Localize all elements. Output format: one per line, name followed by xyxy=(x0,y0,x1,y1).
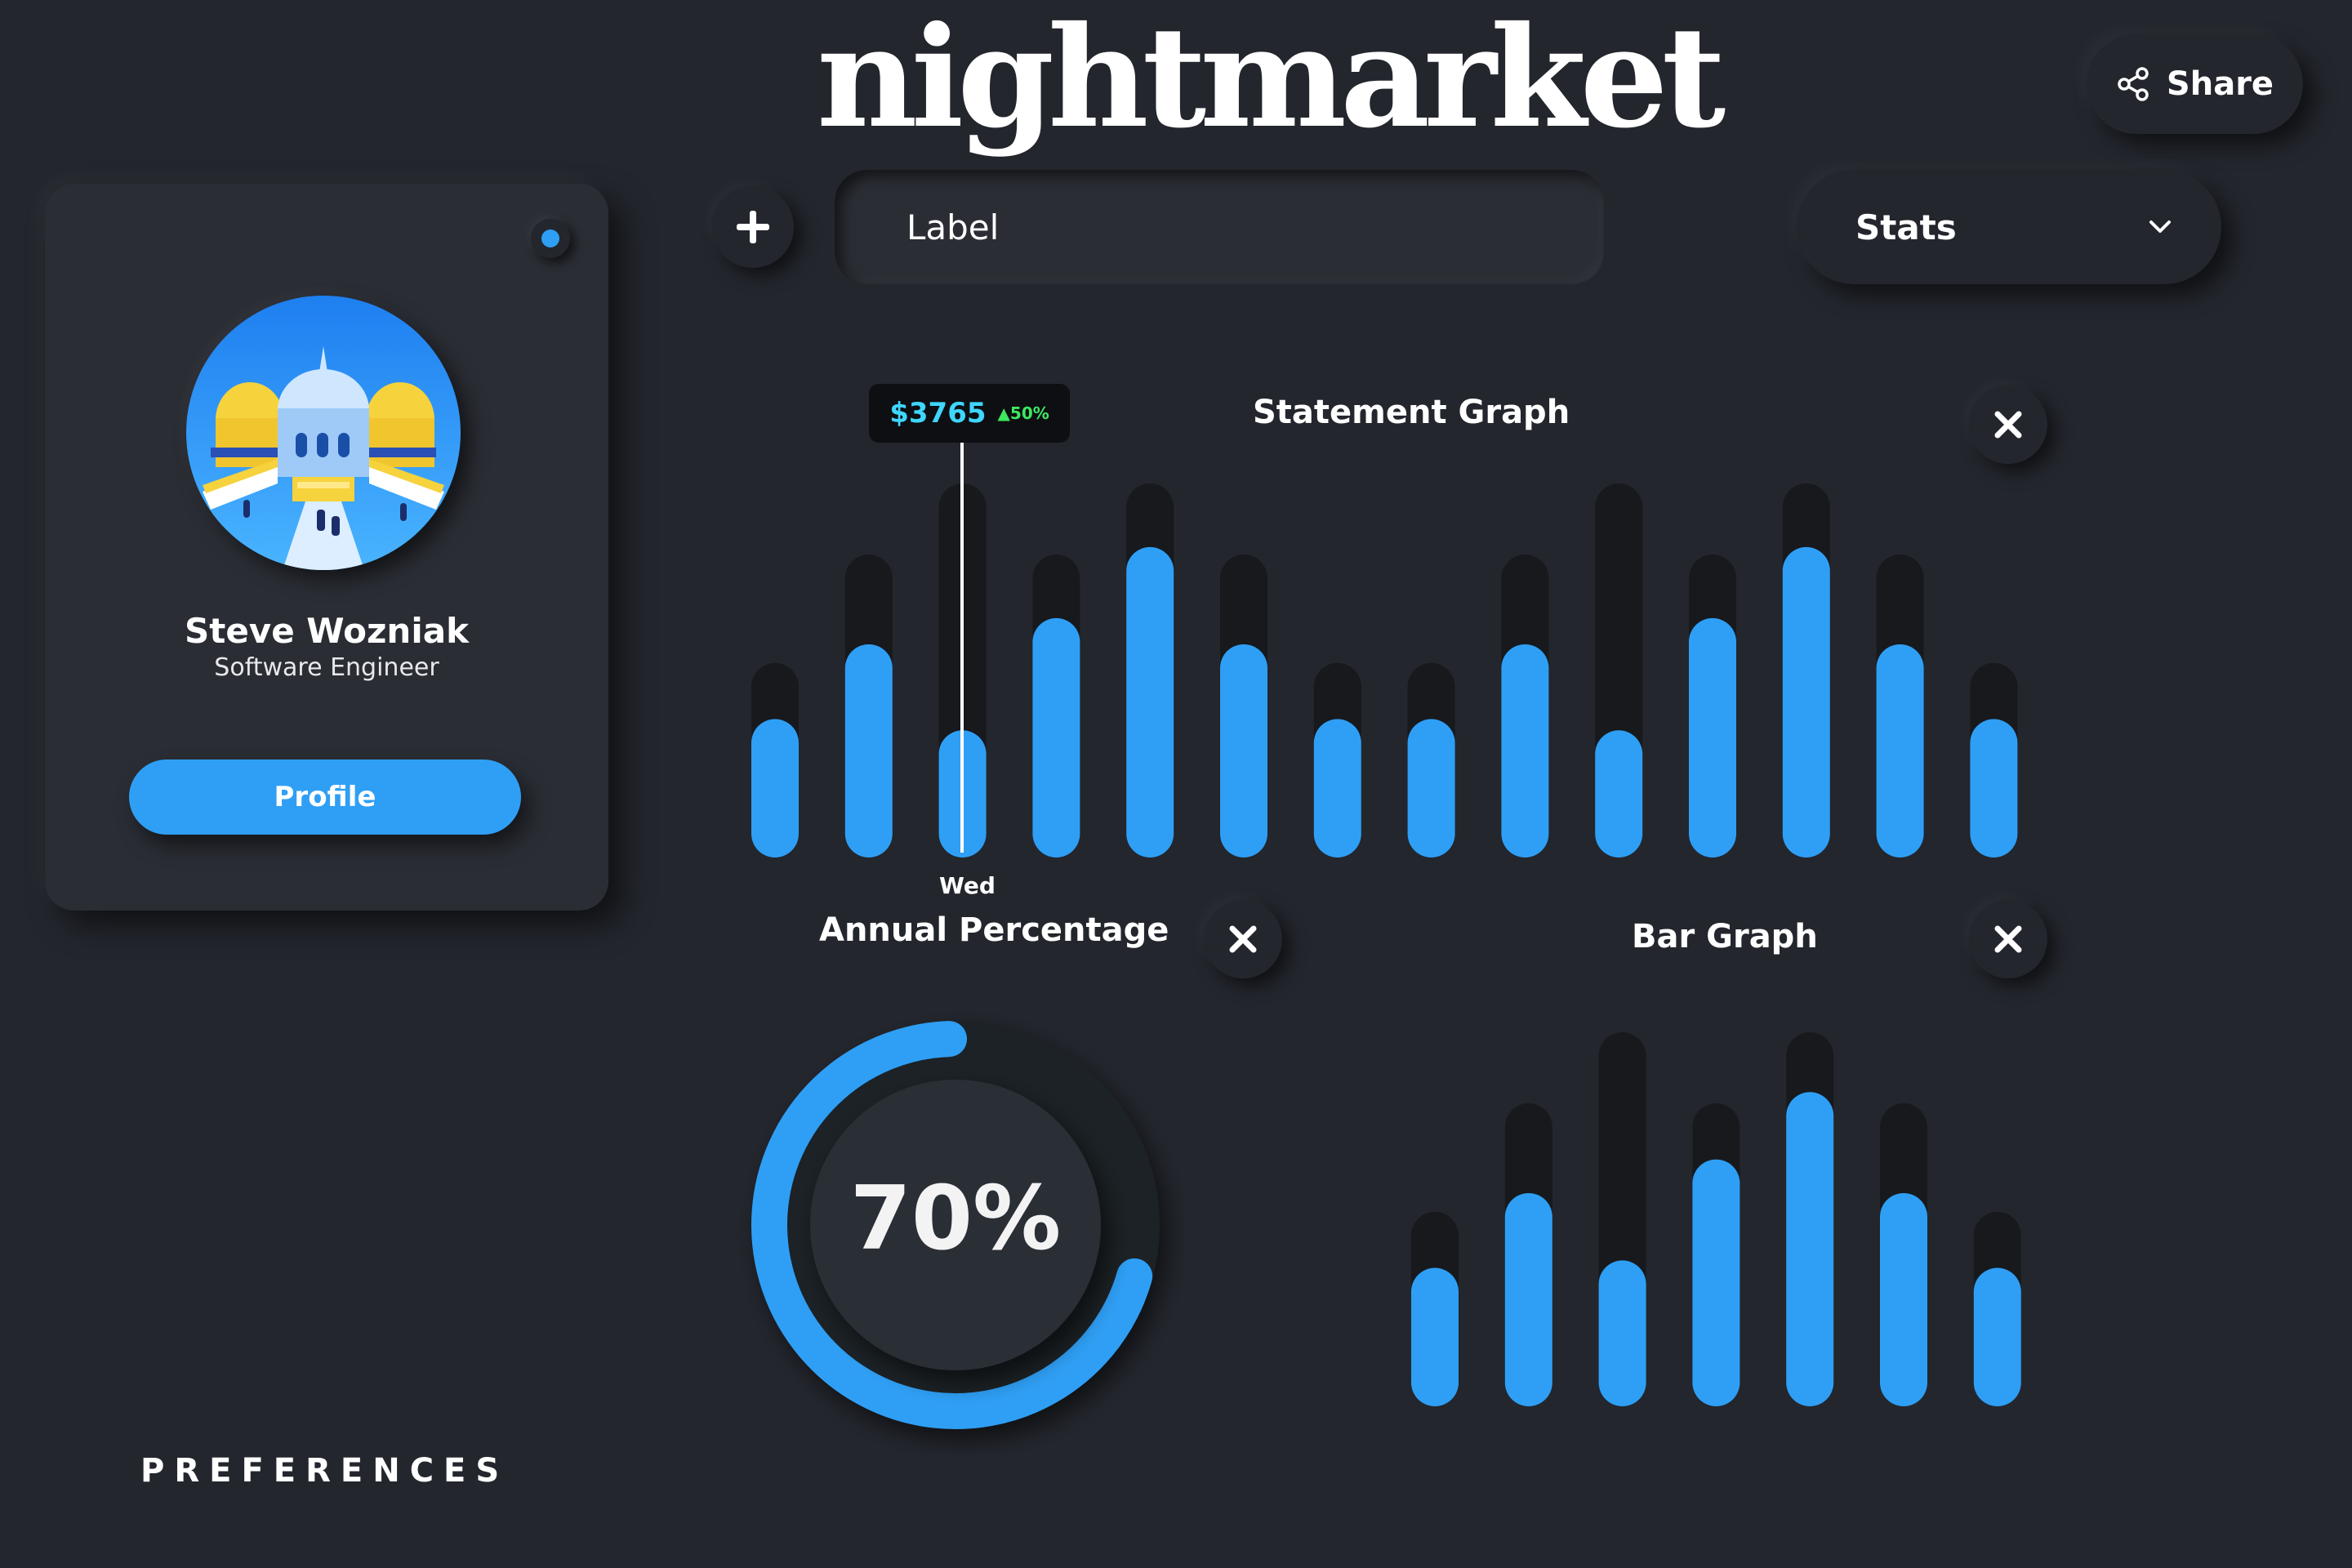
annual-percentage-title: Annual Percentage xyxy=(819,911,1169,949)
statement-graph-bar[interactable] xyxy=(1313,719,1361,858)
statement-graph-bar[interactable] xyxy=(1407,719,1455,858)
statement-graph-bar[interactable] xyxy=(1782,546,1830,858)
profile-role: Software Engineer xyxy=(214,653,439,682)
share-label: Share xyxy=(2166,65,2274,103)
app-logo: nightmarket xyxy=(817,0,1726,159)
tooltip-value: $3765 xyxy=(889,397,987,430)
add-button[interactable] xyxy=(712,186,794,268)
status-indicator[interactable] xyxy=(531,219,570,258)
stats-select[interactable]: Stats xyxy=(1797,170,2221,284)
statement-graph-bar[interactable] xyxy=(1970,719,2018,858)
statement-graph-bar[interactable] xyxy=(1220,644,1267,858)
donut-value: 70% xyxy=(849,1168,1062,1270)
statement-graph-bar[interactable] xyxy=(1595,730,1643,858)
statement-graph-bar[interactable] xyxy=(844,644,893,858)
chevron-down-icon xyxy=(2149,220,2171,233)
close-bar-graph-button[interactable] xyxy=(1969,900,2047,978)
bar-graph-bar[interactable] xyxy=(1598,1260,1646,1406)
share-button[interactable]: Share xyxy=(2087,34,2303,134)
bar-graph-bar[interactable] xyxy=(1504,1192,1552,1406)
statement-graph xyxy=(751,483,2018,858)
statement-graph-bar[interactable] xyxy=(1126,546,1174,858)
bar-graph-title: Bar Graph xyxy=(1632,918,1818,956)
close-annual-button[interactable] xyxy=(1204,900,1282,978)
profile-name: Steve Wozniak xyxy=(185,611,469,651)
selected-day-label: Wed xyxy=(939,872,996,899)
statement-graph-bar[interactable] xyxy=(1501,644,1549,858)
bar-graph-bar[interactable] xyxy=(1880,1192,1927,1406)
tooltip-indicator-line xyxy=(960,443,964,853)
share-icon xyxy=(2118,67,2149,101)
statement-graph-bar[interactable] xyxy=(751,719,799,858)
statement-graph-bar[interactable] xyxy=(1032,617,1080,858)
profile-button[interactable]: Profile xyxy=(129,760,521,835)
statement-tooltip: $3765 ▲50% xyxy=(869,384,1070,443)
status-dot-icon xyxy=(541,229,559,247)
tooltip-change: ▲50% xyxy=(997,403,1049,423)
label-input[interactable] xyxy=(835,170,1604,284)
bar-graph-bar[interactable] xyxy=(1411,1267,1459,1406)
bar-graph-bar[interactable] xyxy=(1973,1267,2021,1406)
avatar xyxy=(186,296,461,570)
bar-graph-bar[interactable] xyxy=(1786,1092,1834,1406)
stats-select-value: Stats xyxy=(1855,207,1957,247)
statement-graph-bar[interactable] xyxy=(1689,617,1736,858)
tooltip-change-value: 50% xyxy=(1009,403,1049,423)
bar-graph xyxy=(1411,1032,2021,1406)
close-icon xyxy=(1994,925,2022,953)
statement-graph-bar[interactable] xyxy=(1876,644,1924,858)
close-icon xyxy=(1229,925,1257,953)
plus-icon xyxy=(737,211,769,243)
preferences-label: PREFERENCES xyxy=(140,1452,510,1490)
bar-graph-bar[interactable] xyxy=(1692,1159,1740,1406)
